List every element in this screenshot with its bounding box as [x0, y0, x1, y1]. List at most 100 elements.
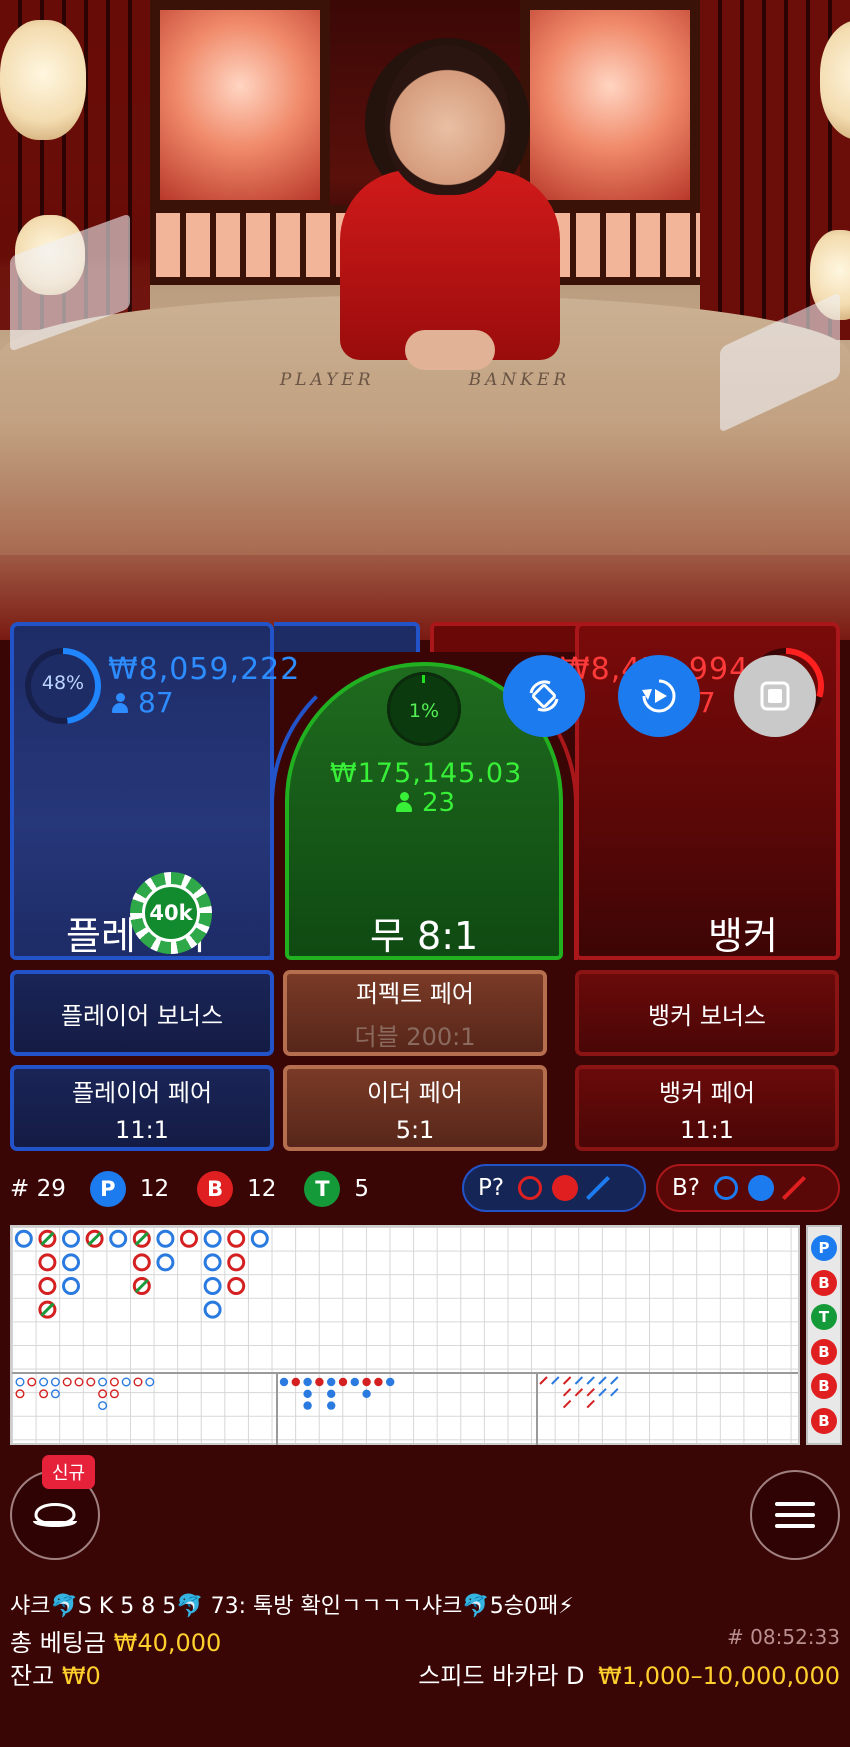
prediction-badge: B [811, 1373, 837, 1399]
prediction-badge: T [811, 1304, 837, 1330]
board-divider [12, 1372, 798, 1374]
red-dot-icon [552, 1175, 579, 1201]
red-ring-icon [518, 1176, 543, 1200]
blue-slash-icon [586, 1175, 611, 1201]
blossom-window-left [150, 0, 330, 210]
dealer-head [385, 45, 510, 195]
road-mark [362, 1377, 371, 1387]
road-mark [203, 1253, 222, 1272]
road-mark [180, 1229, 198, 1248]
stop-button[interactable] [734, 655, 816, 737]
road-mark [62, 1229, 80, 1248]
person-icon [396, 792, 412, 812]
rotate-icon [529, 680, 559, 712]
board-divider [276, 1372, 278, 1445]
round-stats: # 29 P 12 B 12 T 5 [10, 1165, 369, 1213]
road-mark [250, 1229, 269, 1248]
player-pair-bet[interactable]: 플레이어 페어 11:1 [10, 1065, 274, 1151]
person-icon [112, 693, 128, 713]
player-bettor-count: 87 [112, 686, 174, 719]
menu-button[interactable] [750, 1470, 840, 1560]
road-mark [156, 1229, 175, 1248]
scoreboard[interactable] [10, 1225, 800, 1445]
player-total-amount: ₩8,059,222 [108, 652, 301, 687]
blossom-window-right [520, 0, 700, 210]
perfect-pair-bet[interactable]: 퍼펙트 페어 더블 200:1 [283, 970, 547, 1056]
player-wins-count: 12 [139, 1176, 170, 1202]
tie-pct-ring-fill [422, 675, 425, 683]
blue-dot-icon [748, 1175, 774, 1201]
banker-bonus-bet[interactable]: 뱅커 보너스 [575, 970, 839, 1056]
road-mark [303, 1377, 312, 1387]
board-divider [536, 1372, 538, 1445]
road-mark [562, 1399, 572, 1409]
road-mark [315, 1377, 324, 1387]
banker-ask-button[interactable]: B? [656, 1164, 840, 1212]
round-number: # 29 [10, 1176, 66, 1202]
tie-label: 무 8:1 [370, 914, 479, 958]
road-mark [203, 1277, 222, 1295]
road-mark [134, 1278, 149, 1294]
road-mark [14, 1229, 33, 1248]
road-mark [27, 1377, 37, 1387]
player-wins-badge: P [89, 1171, 126, 1207]
road-mark [74, 1377, 84, 1387]
road-mark [62, 1277, 80, 1295]
live-video: PLAYER BANKER [0, 0, 850, 640]
road-mark [327, 1401, 336, 1410]
round-id: # 08:52:33 [727, 1625, 840, 1649]
road-mark [39, 1377, 49, 1387]
road-mark [539, 1376, 548, 1385]
road-maps [14, 1229, 619, 1411]
prediction-badge: B [811, 1269, 837, 1296]
road-mark [338, 1377, 348, 1387]
banker-pair-bet[interactable]: 뱅커 페어 11:1 [575, 1065, 839, 1151]
rotate-view-button[interactable] [503, 655, 585, 737]
road-mark [227, 1229, 246, 1248]
road-mark [562, 1376, 572, 1385]
dealer-hands [405, 330, 495, 370]
lobby-icon [33, 1503, 77, 1527]
road-mark [50, 1389, 60, 1399]
prediction-badge: P [811, 1235, 837, 1261]
road-mark [574, 1388, 584, 1397]
tie-badge: T [304, 1171, 341, 1207]
banker-zone-tab [430, 622, 580, 652]
road-mark [50, 1377, 60, 1387]
player-ask-button[interactable]: P? [462, 1164, 646, 1212]
player-zone-tab [274, 622, 420, 652]
road-mark [87, 1231, 102, 1246]
chat-message: 샤크🐬S K 5 8 5🐬 73: 톡방 확인ㄱㄱㄱㄱ샤크🐬5승0패⚡ [10, 1594, 574, 1619]
balance-value: ₩0 [61, 1662, 101, 1690]
road-mark [40, 1302, 55, 1317]
road-mark [38, 1253, 57, 1272]
road-mark [562, 1388, 572, 1397]
red-slash-icon [781, 1175, 807, 1201]
banker-label: 뱅커 [708, 914, 778, 958]
road-mark [62, 1377, 72, 1387]
road-mark [227, 1277, 246, 1295]
road-mark [62, 1253, 80, 1272]
either-pair-bet[interactable]: 이더 페어 5:1 [283, 1065, 547, 1151]
replay-button[interactable] [618, 655, 700, 737]
road-mark [598, 1376, 607, 1385]
road-mark [134, 1231, 149, 1246]
prediction-badge: B [811, 1338, 837, 1365]
road-mark [586, 1399, 595, 1409]
bet-chip: 40k [130, 872, 212, 954]
road-mark [109, 1377, 119, 1387]
balance: 잔고 ₩0 [10, 1662, 101, 1690]
table-print: PLAYER BANKER [279, 370, 571, 390]
bet-limits: ₩1,000–10,000,000 [598, 1662, 840, 1690]
blue-ring-icon [714, 1176, 738, 1200]
road-mark [15, 1389, 25, 1399]
road-mark [145, 1377, 155, 1387]
player-bonus-bet[interactable]: 플레이어 보너스 [10, 970, 274, 1056]
road-mark [109, 1389, 119, 1399]
road-mark [327, 1377, 336, 1387]
tie-pct: 1% [408, 700, 440, 722]
prediction-column: P B T B B B [806, 1225, 842, 1445]
road-mark [98, 1401, 108, 1411]
road-mark [98, 1377, 108, 1387]
lantern-left [0, 20, 86, 140]
